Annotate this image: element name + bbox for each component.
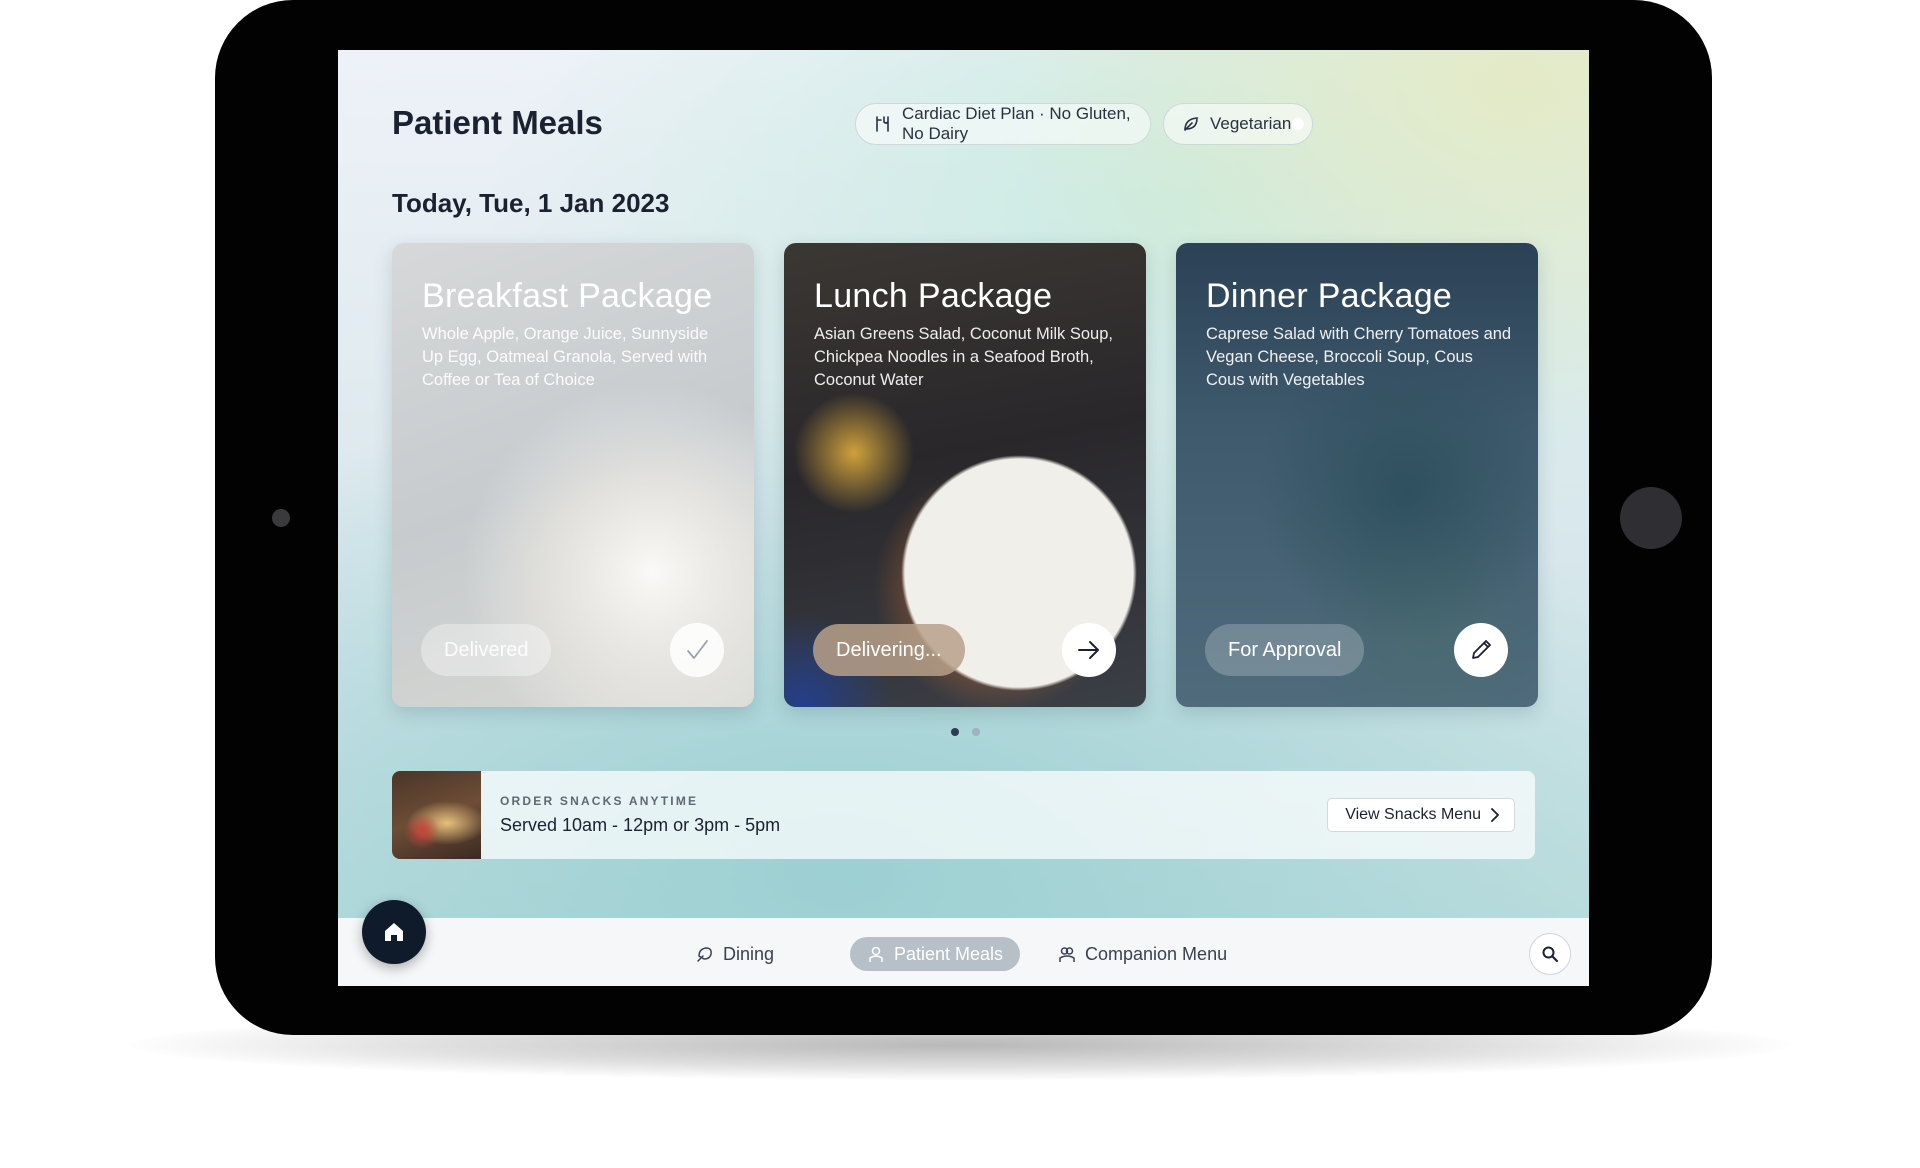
patient-icon xyxy=(869,946,883,962)
status-badge: Delivered xyxy=(421,624,552,676)
view-snacks-menu-label: View Snacks Menu xyxy=(1345,806,1481,823)
meal-card-title: Dinner Package xyxy=(1206,277,1453,315)
snacks-kicker: ORDER SNACKS ANYTIME xyxy=(500,794,699,808)
vegetarian-toggle-chip[interactable]: Vegetarian xyxy=(1163,103,1313,145)
snacks-hours: Served 10am - 12pm or 3pm - 5pm xyxy=(500,815,781,835)
date-heading: Today, Tue, 1 Jan 2023 xyxy=(392,188,670,218)
snacks-thumbnail xyxy=(392,771,481,859)
meal-card-description: Caprese Salad with Cherry Tomatoes and V… xyxy=(1206,325,1512,389)
search-icon xyxy=(1542,946,1559,963)
dining-icon xyxy=(697,947,712,962)
nav-companion-menu[interactable]: Companion Menu xyxy=(1041,937,1244,971)
diet-plan-chip[interactable]: Cardiac Diet Plan · No Gluten, No Dairy xyxy=(855,103,1151,145)
track-delivery-button[interactable] xyxy=(1062,623,1116,677)
check-icon xyxy=(687,640,708,659)
meal-card-title: Breakfast Package xyxy=(422,277,713,315)
meal-card-description: Asian Greens Salad, Coconut Milk Soup, C… xyxy=(814,325,1113,389)
companion-icon xyxy=(1059,947,1075,962)
home-icon xyxy=(385,923,403,941)
leaf-icon xyxy=(1184,117,1198,131)
delivered-check-button[interactable] xyxy=(670,623,724,677)
status-badge: Delivering... xyxy=(813,624,965,676)
hardware-home-button[interactable] xyxy=(1620,487,1682,549)
app-screen: Patient Meals Cardiac Diet Plan · No Glu… xyxy=(338,50,1589,986)
nav-dining[interactable]: Dining xyxy=(679,937,791,971)
diet-plan-icon xyxy=(876,116,889,132)
pencil-icon xyxy=(1472,640,1491,659)
edit-meal-button[interactable] xyxy=(1454,623,1508,677)
meal-card-title: Lunch Package xyxy=(814,277,1053,315)
meal-card-description: Whole Apple, Orange Juice, Sunnyside Up … xyxy=(422,325,709,389)
nav-companion-menu-label: Companion Menu xyxy=(1085,943,1228,964)
diet-plan-label: Cardiac Diet Plan · No Gluten, No Dairy xyxy=(902,104,1131,143)
home-button[interactable] xyxy=(362,900,426,964)
nav-dining-label: Dining xyxy=(723,943,775,964)
pagination-dot-active[interactable] xyxy=(951,728,959,736)
chevron-right-icon xyxy=(1491,808,1499,822)
page-title: Patient Meals xyxy=(392,104,603,141)
snacks-banner: ORDER SNACKS ANYTIME Served 10am - 12pm … xyxy=(392,771,1535,859)
meal-card-lunch[interactable]: Lunch Package Asian Greens Salad, Coconu… xyxy=(784,243,1146,707)
search-button[interactable] xyxy=(1529,933,1571,975)
nav-patient-meals[interactable]: Patient Meals xyxy=(850,937,1021,971)
meal-card-breakfast[interactable]: Breakfast Package Whole Apple, Orange Ju… xyxy=(392,243,754,707)
vegetarian-label: Vegetarian xyxy=(1210,114,1292,133)
view-snacks-menu-button[interactable]: View Snacks Menu xyxy=(1327,798,1515,832)
arrow-right-icon xyxy=(1078,641,1099,659)
pagination-dot[interactable] xyxy=(972,728,980,736)
nav-patient-meals-label: Patient Meals xyxy=(894,943,1004,964)
meal-card-dinner[interactable]: Dinner Package Caprese Salad with Cherry… xyxy=(1176,243,1538,707)
front-camera xyxy=(272,509,290,527)
status-badge: For Approval xyxy=(1205,624,1365,676)
